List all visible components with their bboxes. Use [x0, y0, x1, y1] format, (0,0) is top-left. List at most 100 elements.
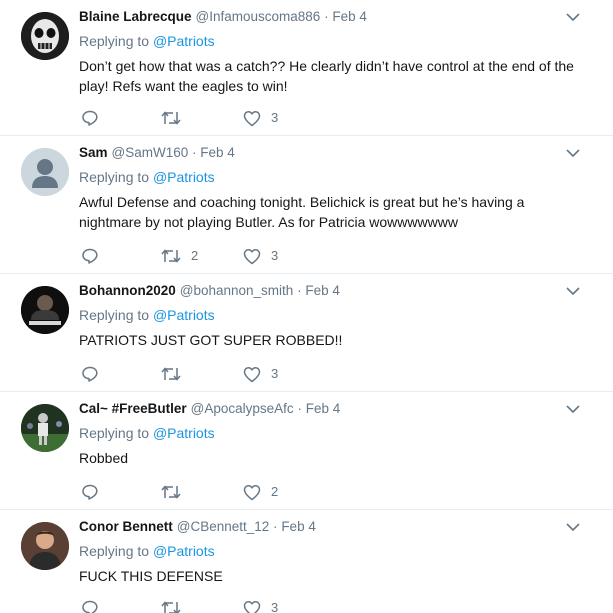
tweet-actions: 3 [79, 598, 379, 613]
reply-button[interactable] [81, 364, 99, 384]
avatar[interactable] [21, 522, 69, 570]
display-name[interactable]: Conor Bennett [79, 519, 173, 534]
separator: · [324, 9, 329, 24]
tweet-actions: 2 [79, 482, 379, 502]
user-handle[interactable]: @CBennett_12 [177, 519, 270, 534]
retweet-button[interactable] [161, 108, 191, 128]
user-handle[interactable]: @SamW160 [112, 145, 189, 160]
replying-label: Replying to [79, 33, 150, 49]
replying-to: Replying to @Patriots [79, 169, 215, 186]
chevron-down-icon[interactable] [566, 12, 580, 22]
user-handle[interactable]: @bohannon_smith [180, 283, 294, 298]
avatar[interactable] [21, 404, 69, 452]
reply-button[interactable] [81, 246, 99, 266]
tweet-text: PATRIOTS JUST GOT SUPER ROBBED!! [79, 332, 343, 348]
tweet-actions: 2 3 [79, 246, 379, 266]
tweet-header: Bohannon2020 @bohannon_smith · Feb 4 [79, 283, 340, 299]
chevron-down-icon[interactable] [566, 148, 580, 158]
display-name[interactable]: Blaine Labrecque [79, 9, 192, 24]
tweet-text: Robbed [79, 450, 129, 466]
retweet-button[interactable]: 2 [161, 246, 198, 266]
tweet[interactable]: Sam @SamW160 · Feb 4 Replying to @Patriot… [0, 136, 613, 274]
reply-feed: Blaine Labrecque @Infamouscoma886 · Feb 4… [0, 0, 613, 613]
display-name[interactable]: Cal~ #FreeButler [79, 401, 187, 416]
like-count: 3 [271, 248, 279, 263]
retweet-icon [161, 249, 181, 263]
tweet-header: Conor Bennett @CBennett_12 · Feb 4 [79, 519, 316, 535]
tweet-header: Blaine Labrecque @Infamouscoma886 · Feb 4 [79, 9, 367, 25]
like-button[interactable]: 2 [243, 482, 278, 502]
retweet-button[interactable] [161, 482, 191, 502]
tweet[interactable]: Cal~ #FreeButler @ApocalypseAfc · Feb 4 R… [0, 392, 613, 510]
reply-mention-link[interactable]: @Patriots [153, 307, 215, 323]
reply-button[interactable] [81, 108, 99, 128]
display-name[interactable]: Bohannon2020 [79, 283, 176, 298]
replying-to: Replying to @Patriots [79, 543, 215, 560]
retweet-button[interactable] [161, 364, 191, 384]
separator: · [297, 283, 302, 298]
avatar[interactable] [21, 148, 69, 196]
replying-label: Replying to [79, 425, 150, 441]
retweet-button[interactable] [161, 598, 191, 613]
tweet[interactable]: Conor Bennett @CBennett_12 · Feb 4 Replyi… [0, 510, 613, 613]
retweet-icon [161, 485, 181, 499]
retweet-count: 2 [191, 248, 199, 263]
replying-label: Replying to [79, 307, 150, 323]
tweet[interactable]: Bohannon2020 @bohannon_smith · Feb 4 Repl… [0, 274, 613, 392]
separator: · [297, 401, 302, 416]
like-count: 3 [271, 110, 279, 125]
separator: · [192, 145, 197, 160]
avatar[interactable] [21, 286, 69, 334]
reply-icon [82, 600, 98, 613]
tweet-text: Don’t get how that was a catch?? He clea… [79, 58, 574, 94]
heart-icon [243, 366, 261, 382]
like-count: 3 [271, 600, 279, 613]
reply-mention-link[interactable]: @Patriots [153, 33, 215, 49]
separator: · [273, 519, 278, 534]
chevron-down-icon[interactable] [566, 522, 580, 532]
reply-icon [82, 484, 98, 500]
replying-to: Replying to @Patriots [79, 33, 215, 50]
tweet-text: FUCK THIS DEFENSE [79, 568, 223, 584]
reply-button[interactable] [81, 598, 99, 613]
reply-mention-link[interactable]: @Patriots [153, 169, 215, 185]
chevron-down-icon[interactable] [566, 286, 580, 296]
retweet-icon [161, 601, 181, 613]
retweet-icon [161, 111, 181, 125]
display-name[interactable]: Sam [79, 145, 108, 160]
tweet-text: Awful Defense and coaching tonight. Beli… [79, 194, 525, 230]
like-button[interactable]: 3 [243, 246, 278, 266]
replying-label: Replying to [79, 543, 150, 559]
tweet-date[interactable]: Feb 4 [306, 401, 341, 416]
like-count: 2 [271, 484, 279, 499]
tweet-actions: 3 [79, 364, 379, 384]
reply-icon [82, 110, 98, 126]
tweet-date[interactable]: Feb 4 [200, 145, 235, 160]
retweet-icon [161, 367, 181, 381]
tweet-header: Sam @SamW160 · Feb 4 [79, 145, 235, 161]
avatar[interactable] [21, 12, 69, 60]
like-count: 3 [271, 366, 279, 381]
tweet-header: Cal~ #FreeButler @ApocalypseAfc · Feb 4 [79, 401, 340, 417]
reply-mention-link[interactable]: @Patriots [153, 543, 215, 559]
like-button[interactable]: 3 [243, 364, 278, 384]
user-handle[interactable]: @Infamouscoma886 [196, 9, 321, 24]
tweet-date[interactable]: Feb 4 [281, 519, 316, 534]
tweet-date[interactable]: Feb 4 [332, 9, 367, 24]
tweet-actions: 3 [79, 108, 379, 128]
replying-label: Replying to [79, 169, 150, 185]
replying-to: Replying to @Patriots [79, 307, 215, 324]
like-button[interactable]: 3 [243, 108, 278, 128]
reply-mention-link[interactable]: @Patriots [153, 425, 215, 441]
like-button[interactable]: 3 [243, 598, 278, 613]
heart-icon [243, 248, 261, 264]
chevron-down-icon[interactable] [566, 404, 580, 414]
replying-to: Replying to @Patriots [79, 425, 215, 442]
reply-button[interactable] [81, 482, 99, 502]
tweet[interactable]: Blaine Labrecque @Infamouscoma886 · Feb 4… [0, 0, 613, 136]
heart-icon [243, 600, 261, 613]
heart-icon [243, 484, 261, 500]
tweet-date[interactable]: Feb 4 [305, 283, 340, 298]
reply-icon [82, 248, 98, 264]
user-handle[interactable]: @ApocalypseAfc [191, 401, 294, 416]
